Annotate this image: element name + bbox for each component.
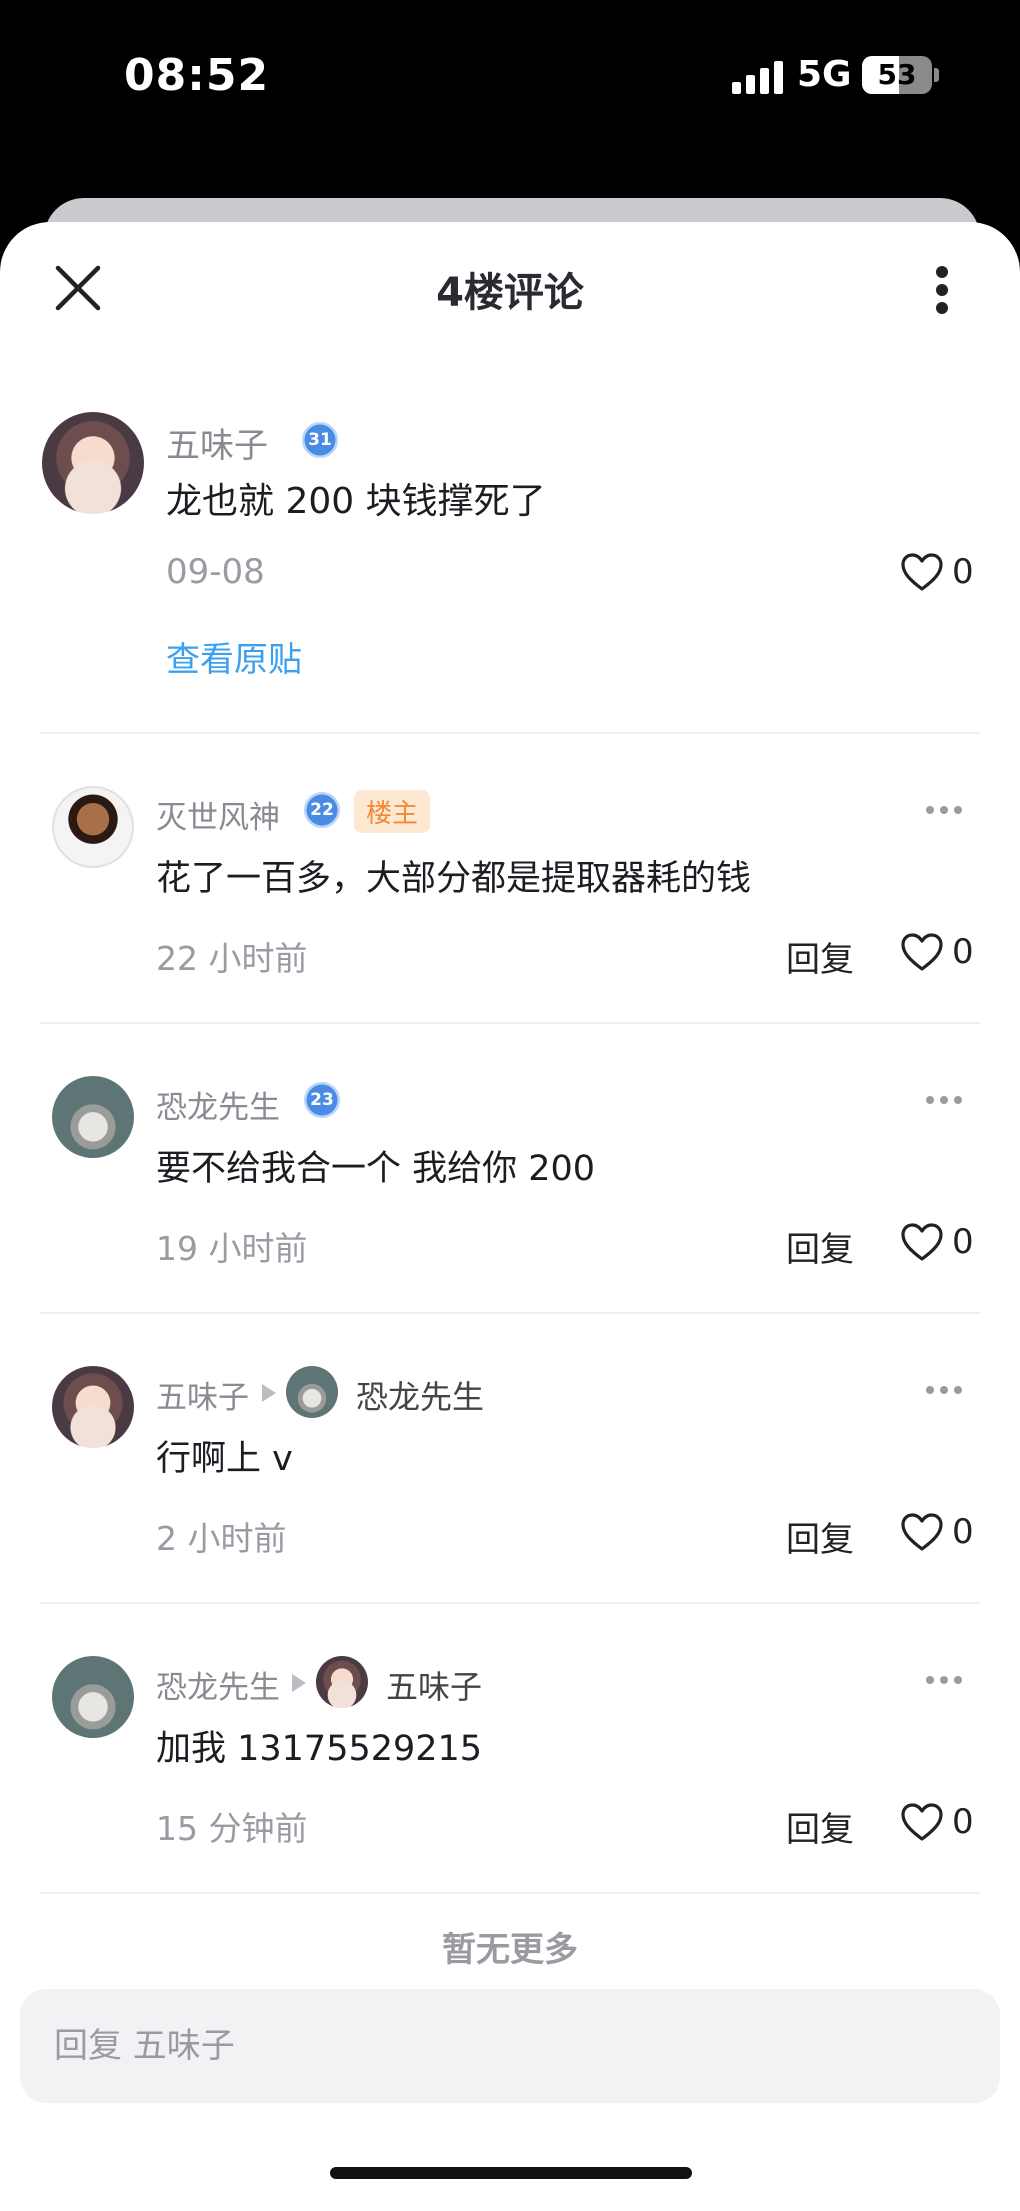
author-name[interactable]: 恐龙先生 xyxy=(156,1082,280,1127)
battery-icon: 53 xyxy=(862,56,932,94)
avatar[interactable] xyxy=(52,1076,134,1158)
comment-date: 09-08 xyxy=(166,552,265,592)
reply-button[interactable]: 回复 xyxy=(786,1802,854,1851)
like-count: 0 xyxy=(952,1802,974,1842)
reply-arrow-icon xyxy=(262,1384,276,1402)
status-bar: 08:52 5G 53 xyxy=(0,0,1020,150)
like-button[interactable]: 0 xyxy=(900,1508,990,1558)
heart-icon xyxy=(901,1223,943,1261)
level-badge: 22 xyxy=(304,792,340,828)
more-vertical-icon xyxy=(936,266,948,278)
comment-time: 15 分钟前 xyxy=(156,1809,308,1848)
heart-icon xyxy=(901,553,943,591)
avatar[interactable] xyxy=(52,1366,134,1448)
no-more-label: 暂无更多 xyxy=(442,1930,578,1970)
network-label: 5G xyxy=(797,54,852,95)
reply-button[interactable]: 回复 xyxy=(786,1512,854,1561)
comment-content: 加我 13175529215 xyxy=(156,1729,483,1769)
comment-content: 要不给我合一个 我给你 200 xyxy=(156,1149,596,1189)
home-indicator[interactable] xyxy=(330,2167,692,2179)
status-time: 08:52 xyxy=(124,50,270,101)
comment-content: 花了一百多，大部分都是提取器耗的钱 xyxy=(156,859,752,899)
heart-icon xyxy=(901,933,943,971)
like-count: 0 xyxy=(952,932,974,972)
like-count: 0 xyxy=(952,1222,974,1262)
original-comment: 五味子 31 龙也就 200 块钱撑死了 09-08 0 查看原贴 xyxy=(0,412,1020,732)
like-button[interactable]: 0 xyxy=(900,1798,990,1848)
more-options-button[interactable] xyxy=(926,1386,966,1396)
reply-button[interactable]: 回复 xyxy=(786,1222,854,1271)
heart-icon xyxy=(901,1803,943,1841)
sheet-header: 4楼评论 xyxy=(0,222,1020,352)
view-original-link[interactable]: 查看原贴 xyxy=(166,632,302,681)
divider xyxy=(40,1892,980,1894)
reply-target-name[interactable]: 恐龙先生 xyxy=(356,1372,484,1418)
battery-percent: 53 xyxy=(877,58,917,91)
comment-time: 19 小时前 xyxy=(156,1229,308,1268)
reply-button[interactable]: 回复 xyxy=(786,932,854,981)
signal-icon xyxy=(732,60,784,94)
level-badge: 23 xyxy=(304,1082,340,1118)
reply-arrow-icon xyxy=(292,1674,306,1692)
comment-sheet: 4楼评论 五味子 31 龙也就 200 块钱撑死了 09-08 0 查看原贴 灭… xyxy=(0,222,1020,2211)
author-name[interactable]: 恐龙先生 xyxy=(156,1662,280,1707)
author-name[interactable]: 五味子 xyxy=(156,1372,249,1417)
comment-content: 龙也就 200 块钱撑死了 xyxy=(166,481,546,522)
more-options-button[interactable] xyxy=(926,1096,966,1106)
more-options-button[interactable] xyxy=(930,264,954,316)
divider xyxy=(40,732,980,734)
page-title: 4楼评论 xyxy=(436,270,584,316)
level-badge: 31 xyxy=(302,422,338,458)
comment-time: 22 小时前 xyxy=(156,939,308,978)
like-count: 0 xyxy=(952,1512,974,1552)
battery-tip xyxy=(934,68,939,82)
more-options-button[interactable] xyxy=(926,1676,966,1686)
reply-target-avatar[interactable] xyxy=(316,1656,368,1708)
reply-input[interactable] xyxy=(20,1989,1000,2103)
avatar[interactable] xyxy=(52,1656,134,1738)
author-name[interactable]: 五味子 xyxy=(166,418,268,467)
owner-badge: 楼主 xyxy=(354,790,431,833)
reply-target-avatar[interactable] xyxy=(286,1366,338,1418)
divider xyxy=(40,1022,980,1024)
more-options-button[interactable] xyxy=(926,806,966,816)
divider xyxy=(40,1602,980,1604)
reply-target-name[interactable]: 五味子 xyxy=(386,1662,482,1708)
divider xyxy=(40,1312,980,1314)
author-name[interactable]: 灭世风神 xyxy=(156,792,280,837)
like-button[interactable]: 0 xyxy=(900,1218,990,1268)
comment-content: 行啊上 v xyxy=(156,1439,293,1479)
like-count: 0 xyxy=(952,552,974,592)
avatar[interactable] xyxy=(52,786,134,868)
avatar[interactable] xyxy=(42,412,144,514)
comment-time: 2 小时前 xyxy=(156,1519,287,1558)
like-button[interactable]: 0 xyxy=(900,548,990,598)
like-button[interactable]: 0 xyxy=(900,928,990,978)
heart-icon xyxy=(901,1513,943,1551)
